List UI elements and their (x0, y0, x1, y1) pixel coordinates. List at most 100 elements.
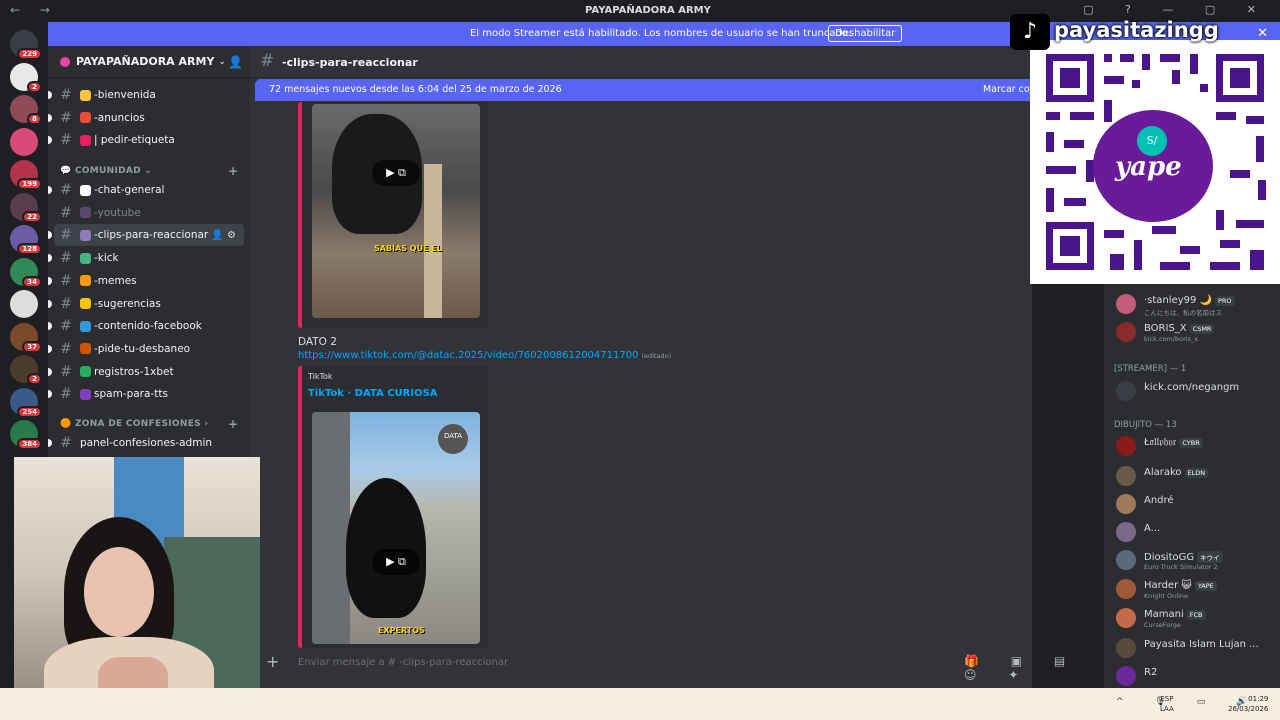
unread-indicator (48, 299, 52, 308)
member-item[interactable]: André (1114, 492, 1280, 516)
unread-badge: 128 (17, 243, 42, 255)
add-channel-icon[interactable]: + (228, 417, 238, 431)
disable-streamer-button[interactable]: Deshabilitar (828, 25, 903, 42)
channel-item[interactable]: # | pedir-etiqueta (48, 129, 244, 151)
chevron-down-icon: ⌄ (218, 56, 226, 67)
hash-icon: # (60, 182, 72, 198)
hash-icon: # (60, 363, 72, 380)
video-thumbnail[interactable]: ▶ ⧉ SABÍAS QUE EL (312, 104, 480, 318)
channel-item[interactable]: # -bienvenida (48, 84, 244, 106)
channel-name: -clips-para-reaccionar (94, 229, 209, 242)
channel-emoji-icon (80, 388, 91, 400)
message-composer[interactable]: + Enviar mensaje a # -clips-para-reaccio… (258, 650, 1098, 682)
server-icon[interactable] (10, 127, 38, 156)
channel-item[interactable]: # -memes (48, 270, 244, 292)
member-group-header: [STREAMER] — 1 (1114, 364, 1187, 374)
server-icon[interactable]: 199 (10, 160, 42, 190)
member-item[interactable]: BORIS_X CSMR kick.com/boris_x (1114, 320, 1280, 344)
video-caption: EXPERTOS (378, 626, 425, 635)
embed-card: ▶ ⧉ SABÍAS QUE EL (298, 102, 488, 328)
member-name-text: Mamani (1144, 609, 1184, 620)
link-url[interactable]: https://www.tiktok.com/@datac.2025/video… (298, 350, 638, 361)
webcam-overlay (14, 457, 260, 720)
server-icon[interactable]: 8 (10, 95, 42, 125)
channel-item[interactable]: # -pide-tu-desbaneo (48, 338, 244, 360)
unread-badge: 254 (17, 405, 42, 418)
server-icon[interactable]: 254 (10, 387, 42, 418)
category-label: 💬 COMUNIDAD ⌄ (60, 166, 153, 176)
member-item[interactable]: Harder 😺 YAPE Knight Online (1114, 577, 1280, 601)
member-item[interactable]: kick.com/negangm (1114, 379, 1280, 403)
member-name: A... (1144, 523, 1160, 534)
new-messages-bar[interactable]: 72 mensajes nuevos desde las 6:04 del 25… (255, 79, 1032, 101)
composer-tools-icon[interactable]: 🎁 ▣ ▤ ☺ ✦ (964, 654, 1098, 682)
unread-badge: 8 (27, 113, 42, 125)
avatar (1116, 436, 1136, 456)
channel-name: panel-confesiones-admin (80, 437, 213, 449)
unread-badge: 34 (22, 275, 42, 288)
channel-item[interactable]: # -chat-general (48, 179, 244, 201)
channel-item[interactable]: # -anuncios (48, 107, 244, 129)
channel-item[interactable]: # -clips-para-reaccionar 👤 ⚙ (48, 224, 244, 247)
member-item[interactable]: R2 (1114, 664, 1280, 688)
member-name: Mamani FCB (1144, 609, 1206, 620)
add-channel-icon[interactable]: + (228, 164, 238, 178)
server-icon[interactable]: 2 (10, 355, 42, 385)
member-item[interactable]: Alarako ELDN (1114, 464, 1280, 488)
play-icon[interactable]: ▶ ⧉ (372, 160, 420, 186)
member-name-text: R2 (1144, 667, 1158, 678)
yape-logo: S/ yape (1093, 110, 1213, 222)
server-icon[interactable]: 384 (10, 420, 42, 450)
server-tag: YAPE (1194, 581, 1217, 591)
server-tag: ELDN (1184, 468, 1209, 478)
member-item[interactable]: Payasita Islam Lujan ... (1114, 636, 1280, 660)
member-item[interactable]: Mamani FCB CurseForge (1114, 606, 1280, 630)
category-comunidad[interactable]: 💬 COMUNIDAD ⌄ + (60, 164, 238, 178)
tiktok-overlay: ♪ payasitazingg (1008, 14, 1280, 50)
channel-item[interactable]: # spam-para-tts (48, 383, 244, 405)
message-input[interactable]: Enviar mensaje a # -clips-para-reacciona… (298, 657, 508, 668)
unread-indicator (48, 439, 52, 447)
play-icon[interactable]: ▶ ⧉ (372, 549, 420, 575)
channel-item[interactable]: # panel-confesiones-admin (48, 432, 244, 454)
member-activity: Euro Truck Simulator 2 (1144, 563, 1218, 571)
server-tag: キウイ (1197, 551, 1223, 563)
hash-icon: # (260, 51, 275, 71)
language-indicator[interactable]: ESP LAA (1160, 694, 1174, 714)
channel-name: -memes (94, 274, 137, 287)
server-icon[interactable]: 229 (10, 30, 42, 60)
message-link[interactable]: https://www.tiktok.com/@datac.2025/video… (298, 350, 671, 361)
member-item[interactable]: ·stanley99 🌙 PRO こんにちは、私の名前はス (1114, 292, 1280, 317)
member-item[interactable]: Ł𝔞𝔩𝔩𝔭𝔥𝔶𝔯 CYBR (1114, 434, 1280, 458)
channel-item[interactable]: # -sugerencias (48, 293, 244, 315)
unread-indicator (48, 390, 52, 399)
invite-people-icon[interactable]: 👤 (228, 55, 243, 69)
member-item[interactable]: A... (1114, 520, 1280, 544)
unread-indicator (48, 91, 52, 99)
channel-item[interactable]: # -youtube (54, 202, 244, 224)
nav-arrows-icon[interactable]: ← → (10, 3, 58, 17)
channel-emoji-icon (80, 320, 91, 332)
guild-icon (60, 56, 70, 67)
server-icon[interactable]: 37 (10, 322, 42, 353)
video-thumbnail[interactable]: DATA ▶ ⧉ EXPERTOS (312, 412, 480, 644)
channel-item[interactable]: # registros-1xbet (48, 361, 244, 383)
channel-name: | pedir-etiqueta (94, 134, 175, 147)
channel-item[interactable]: # -kick (48, 247, 244, 269)
category-confesiones[interactable]: 🟠 ZONA DE CONFESIONES › + (60, 417, 238, 431)
server-icon[interactable] (10, 290, 38, 318)
clock[interactable]: 01:29 26/03/2026 (1228, 694, 1268, 714)
server-icon[interactable]: 22 (10, 192, 42, 223)
channel-emoji-icon (80, 343, 91, 355)
tiktok-icon: ♪ (1010, 14, 1050, 50)
mark-read-button[interactable]: Marcar co (983, 84, 1030, 95)
embed-title[interactable]: TikTok · DATA CURIOSA (308, 388, 438, 399)
add-attachment-icon[interactable]: + (266, 652, 279, 671)
channel-settings-icon[interactable]: 👤 ⚙ (211, 230, 236, 241)
channel-item[interactable]: # -contenido-facebook (48, 315, 244, 337)
server-icon[interactable]: 2 (10, 62, 42, 93)
server-icon[interactable]: 128 (10, 225, 42, 255)
server-icon[interactable]: 34 (10, 257, 42, 288)
member-item[interactable]: DiositoGG キウイ Euro Truck Simulator 2 (1114, 548, 1280, 572)
guild-header[interactable]: PAYAPAÑADORA ARMY ⌄ 👤 (48, 46, 250, 78)
